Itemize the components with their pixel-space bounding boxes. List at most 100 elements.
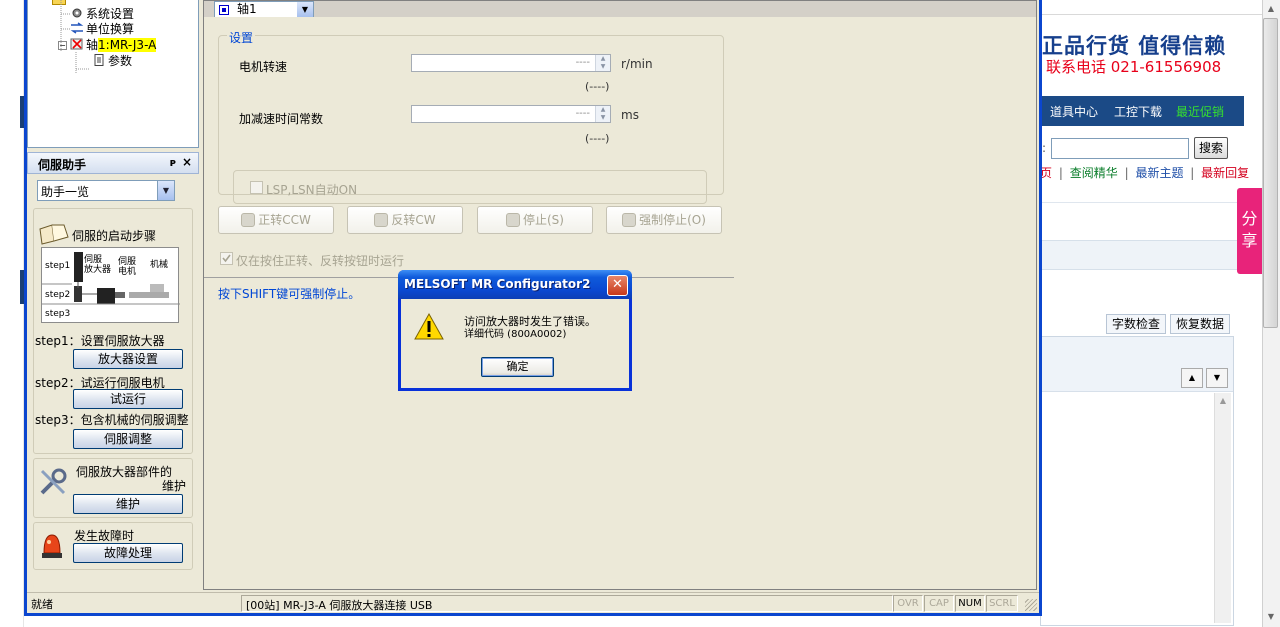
forced-stop-label: 强制停止(O) bbox=[639, 213, 706, 227]
web-divider bbox=[1040, 202, 1244, 203]
hold-to-run-label: 仅在按住正转、反转按钮时运行 bbox=[236, 254, 405, 268]
link-separator: | bbox=[1190, 166, 1195, 180]
stop-icon bbox=[506, 213, 520, 227]
expand-up-button[interactable]: ▲ bbox=[1181, 368, 1203, 388]
servo-system-drawing bbox=[42, 252, 180, 305]
web-phone: 联系电话 021-61556908 bbox=[1046, 58, 1222, 76]
startup-diagram: step1 step2 step3 伺服 放大器 伺服 电机 机械 bbox=[41, 247, 180, 323]
nav-item-tools[interactable]: 道具中心 bbox=[1050, 103, 1098, 120]
maintenance-title-line2: 维护 bbox=[162, 479, 187, 493]
assistant-select[interactable]: 助手一览 ▼ bbox=[37, 180, 175, 201]
motor-speed-label: 电机转速 bbox=[239, 60, 288, 74]
chevron-down-icon[interactable]: ▼ bbox=[157, 181, 174, 200]
editor-scrollbar[interactable]: ▲ bbox=[1214, 393, 1231, 623]
web-editor-toolbar bbox=[1040, 337, 1233, 392]
hold-to-run-checkbox[interactable] bbox=[220, 252, 233, 265]
lsp-lsn-group: LSP,LSN自动ON bbox=[233, 170, 707, 204]
page-scroll-thumb[interactable] bbox=[1263, 18, 1278, 328]
close-icon[interactable]: × bbox=[182, 155, 192, 169]
assistant-titlebar: 伺服助手 ᴘ × bbox=[27, 152, 199, 174]
test-run-button[interactable]: 试运行 bbox=[73, 389, 183, 409]
motor-speed-input[interactable]: ---- ▲ ▼ bbox=[411, 54, 611, 72]
accel-time-unit: ms bbox=[621, 108, 639, 122]
dialog-titlebar[interactable]: MELSOFT MR Configurator2 ✕ bbox=[398, 270, 632, 299]
page-scroll-up-icon[interactable]: ▲ bbox=[1263, 1, 1279, 17]
web-left-strip bbox=[0, 0, 24, 627]
warning-icon bbox=[414, 312, 444, 340]
dialog-ok-button[interactable]: 确定 bbox=[481, 357, 554, 377]
forced-stop-icon bbox=[622, 213, 637, 227]
amplifier-setup-button[interactable]: 放大器设置 bbox=[73, 349, 183, 369]
web-link-digest[interactable]: 查阅精华 bbox=[1070, 166, 1118, 180]
web-band bbox=[1040, 240, 1244, 270]
alarm-light-icon bbox=[42, 534, 62, 558]
check-icon bbox=[222, 254, 231, 263]
project-tree: 系统设置 单位换算 − 轴1:MR-J3-A 参数 bbox=[27, 0, 199, 148]
motor-speed-value: ---- bbox=[575, 57, 590, 68]
page-scroll-down-icon[interactable]: ▼ bbox=[1263, 609, 1279, 625]
motor-speed-range: (----) bbox=[585, 80, 610, 93]
rotate-ccw-icon bbox=[241, 213, 256, 227]
status-ovr: OVR bbox=[893, 595, 923, 612]
forced-stop-button[interactable]: 强制停止(O) bbox=[606, 206, 722, 234]
web-link-latest-topics[interactable]: 最新主题 bbox=[1135, 166, 1183, 180]
status-bar: 就绪 [00站] MR-J3-A 伺服放大器连接 USB OVR CAP NUM… bbox=[27, 592, 1039, 613]
web-top-divider bbox=[1040, 14, 1262, 15]
forward-ccw-label: 正转CCW bbox=[258, 213, 311, 227]
accel-time-value: ---- bbox=[575, 108, 590, 119]
status-scrl: SCRL bbox=[986, 595, 1018, 612]
status-num: NUM bbox=[955, 595, 985, 612]
share-tab[interactable]: 分享 bbox=[1237, 188, 1262, 274]
link-separator: | bbox=[1124, 166, 1129, 180]
tree-connector-lines bbox=[60, 0, 90, 74]
assistant-select-value: 助手一览 bbox=[41, 185, 90, 199]
motor-speed-unit: r/min bbox=[621, 57, 653, 71]
forward-ccw-button[interactable]: 正转CCW bbox=[218, 206, 334, 234]
reverse-cw-label: 反转CW bbox=[391, 213, 436, 227]
spin-updown-icon[interactable]: ▲ ▼ bbox=[595, 106, 610, 122]
accel-time-range: (----) bbox=[585, 132, 610, 145]
scroll-up-icon[interactable]: ▲ bbox=[1215, 393, 1231, 409]
settings-group: 设置 电机转速 ---- ▲ ▼ r/min (----) 加减速时间常数 ---… bbox=[218, 29, 724, 204]
expand-down-button[interactable]: ▼ bbox=[1206, 368, 1228, 388]
resize-grip-icon[interactable] bbox=[1025, 599, 1037, 611]
wrench-icon bbox=[40, 468, 67, 495]
fault-handling-button[interactable]: 故障处理 bbox=[73, 543, 183, 563]
web-search-input[interactable] bbox=[1051, 138, 1189, 159]
dialog-close-button[interactable]: ✕ bbox=[607, 275, 628, 296]
spin-updown-icon[interactable]: ▲ ▼ bbox=[595, 55, 610, 71]
nav-item-downloads[interactable]: 工控下载 bbox=[1114, 103, 1162, 120]
axis-color-icon bbox=[219, 5, 229, 15]
lsp-lsn-checkbox[interactable] bbox=[250, 181, 263, 194]
fault-title: 发生故障时 bbox=[74, 529, 135, 543]
maintenance-button[interactable]: 维护 bbox=[73, 494, 183, 514]
status-cap: CAP bbox=[924, 595, 954, 612]
axis-select-value: 轴1 bbox=[237, 2, 257, 16]
shift-note: 按下SHIFT键可强制停止。 bbox=[218, 287, 361, 301]
rotate-cw-icon bbox=[374, 213, 389, 227]
accel-time-input[interactable]: ---- ▲ ▼ bbox=[411, 105, 611, 123]
reverse-cw-button[interactable]: 反转CW bbox=[347, 206, 463, 234]
maintenance-title-line1: 伺服放大器部件的 bbox=[76, 465, 173, 479]
pin-icon[interactable]: ᴘ bbox=[170, 156, 176, 169]
step1-label: step1：设置伺服放大器 bbox=[35, 334, 165, 348]
restore-data-button[interactable]: 恢复数据 bbox=[1170, 314, 1230, 334]
status-connection: [00站] MR-J3-A 伺服放大器连接 USB bbox=[241, 595, 893, 612]
startup-steps-title: 伺服的启动步骤 bbox=[72, 229, 157, 243]
settings-legend: 设置 bbox=[227, 29, 256, 46]
search-colon: : bbox=[1042, 141, 1047, 155]
web-search-button[interactable]: 搜索 bbox=[1194, 137, 1228, 159]
error-dialog: MELSOFT MR Configurator2 ✕ 访问放大器时发生了错误。 … bbox=[398, 270, 632, 391]
servo-tuning-button[interactable]: 伺服调整 bbox=[73, 429, 183, 449]
step3-label: step3：包含机械的伺服调整 bbox=[35, 413, 189, 427]
word-count-button[interactable]: 字数检查 bbox=[1106, 314, 1166, 334]
status-ready: 就绪 bbox=[31, 598, 53, 611]
nav-item-promotions[interactable]: 最近促销 bbox=[1176, 103, 1224, 120]
web-navbar: 道具中心 工控下载 最近促销 bbox=[1040, 96, 1244, 126]
web-link-latest-replies[interactable]: 最新回复 bbox=[1201, 166, 1249, 180]
stop-button[interactable]: 停止(S) bbox=[477, 206, 593, 234]
lsp-lsn-label: LSP,LSN自动ON bbox=[266, 183, 358, 197]
book-icon bbox=[39, 224, 69, 245]
axis-select[interactable]: 轴1 ▼ bbox=[214, 1, 314, 18]
chevron-down-icon[interactable]: ▼ bbox=[297, 2, 313, 17]
